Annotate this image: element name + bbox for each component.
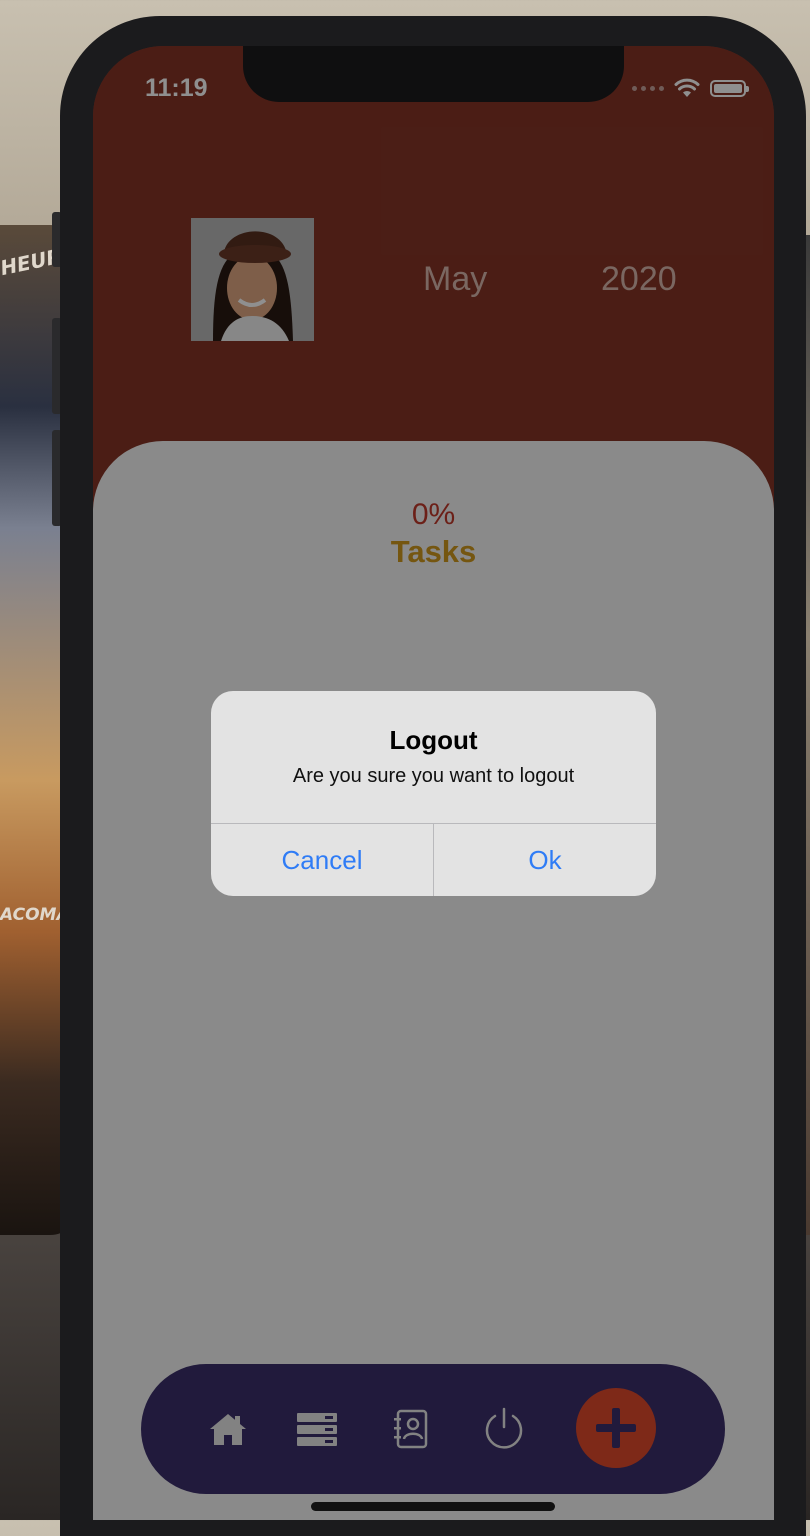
dialog-message: Are you sure you want to logout — [292, 765, 575, 787]
logout-dialog: Logout Are you sure you want to logout C… — [211, 691, 656, 896]
phone-screen: 11:19 May 2020 0% Tasks Logout Are you s… — [93, 46, 774, 1520]
ok-button[interactable]: Ok — [434, 824, 656, 896]
home-indicator[interactable] — [311, 1502, 555, 1511]
dialog-title: Logout — [389, 725, 478, 755]
cancel-button[interactable]: Cancel — [211, 824, 433, 896]
